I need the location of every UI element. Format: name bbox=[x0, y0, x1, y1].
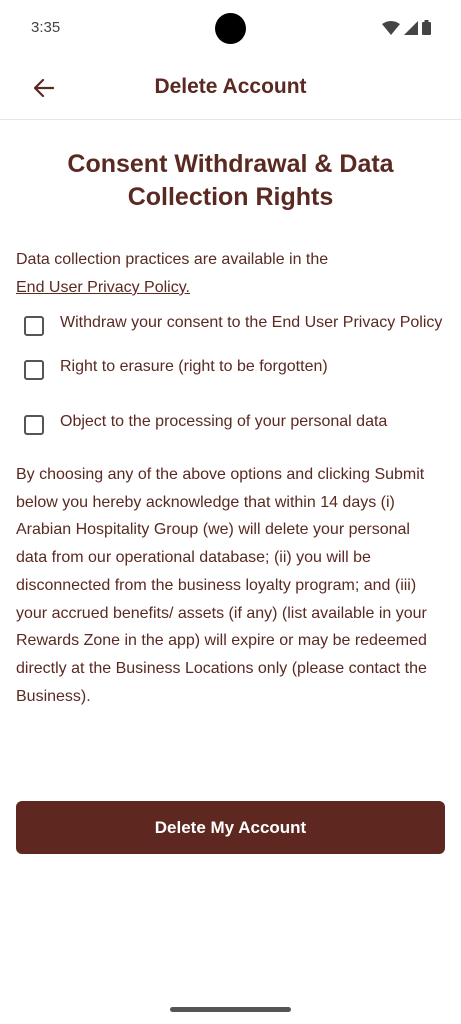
option-label: Right to erasure (right to be forgotten) bbox=[60, 358, 328, 375]
option-withdraw-consent[interactable]: Withdraw your consent to the End User Pr… bbox=[16, 312, 445, 336]
option-object-processing[interactable]: Object to the processing of your persona… bbox=[16, 411, 445, 435]
disclaimer-text: By choosing any of the above options and… bbox=[16, 466, 427, 705]
section-heading: Consent Withdrawal & Data Collection Rig… bbox=[67, 150, 394, 211]
option-label: Withdraw your consent to the End User Pr… bbox=[60, 314, 443, 331]
intro-sentence: Data collection practices are available … bbox=[16, 251, 329, 268]
right-to-erasure-checkbox[interactable] bbox=[24, 360, 44, 380]
option-right-to-erasure[interactable]: Right to erasure (right to be forgotten) bbox=[16, 356, 445, 380]
withdraw-consent-checkbox[interactable] bbox=[24, 316, 44, 336]
app-bar: Delete Account bbox=[0, 56, 461, 120]
delete-account-button[interactable]: Delete My Account bbox=[16, 801, 445, 854]
status-time: 3:35 bbox=[31, 19, 61, 36]
battery-icon bbox=[422, 20, 431, 35]
wifi-icon bbox=[382, 20, 400, 35]
intro-text: Data collection practices are available … bbox=[16, 246, 445, 302]
page-title: Delete Account bbox=[154, 75, 307, 98]
option-label: Object to the processing of your persona… bbox=[60, 413, 388, 430]
consent-options: Withdraw your consent to the End User Pr… bbox=[16, 312, 445, 435]
object-processing-checkbox[interactable] bbox=[24, 415, 44, 435]
main-content: Consent Withdrawal & Data Collection Rig… bbox=[16, 120, 445, 710]
privacy-policy-link[interactable]: End User Privacy Policy. bbox=[16, 274, 190, 302]
gesture-nav-handle[interactable] bbox=[170, 1007, 291, 1012]
signal-icon bbox=[404, 20, 418, 35]
status-bar: 3:35 bbox=[0, 0, 461, 56]
camera-cutout bbox=[215, 13, 246, 44]
status-icons bbox=[382, 20, 431, 35]
